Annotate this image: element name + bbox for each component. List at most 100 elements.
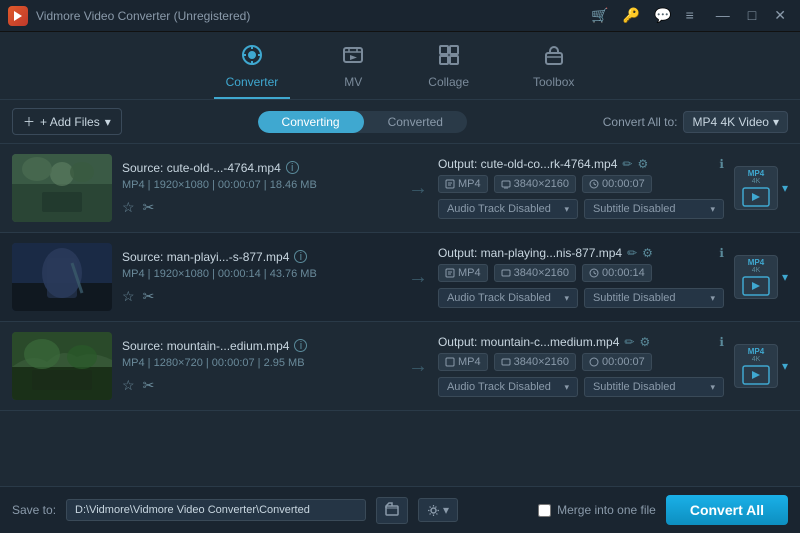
maximize-button[interactable]: □ [742, 5, 762, 26]
resolution-badge-1: 3840×2160 [494, 175, 576, 193]
thumb-format-3: MP4 [748, 347, 764, 356]
audio-track-dropdown-2[interactable]: Audio Track Disabled ▾ [438, 288, 578, 308]
file-list: Source: cute-old-...-4764.mp4 i MP4 | 19… [0, 144, 800, 486]
merge-checkbox[interactable] [538, 504, 551, 517]
duration-badge-2: 00:00:14 [582, 264, 652, 282]
toolbar: ＋ + Add Files ▾ Converting Converted Con… [0, 100, 800, 144]
add-files-label: + Add Files [40, 115, 100, 129]
merge-label[interactable]: Merge into one file [557, 503, 656, 517]
file-output-2: Output: man-playing...nis-877.mp4 ✏ ⚙ ℹ … [438, 246, 724, 308]
output-dropdowns-2: Audio Track Disabled ▾ Subtitle Disabled… [438, 288, 724, 308]
close-button[interactable]: ✕ [768, 5, 792, 26]
arrow-icon-2: → [408, 266, 428, 289]
file-source-3: Source: mountain-...edium.mp4 i [122, 339, 398, 353]
info-btn-3[interactable]: ℹ [719, 335, 724, 349]
subtitle-dropdown-2[interactable]: Subtitle Disabled ▾ [584, 288, 724, 308]
audio-track-dropdown-1[interactable]: Audio Track Disabled ▾ [438, 199, 578, 219]
info-icon-1[interactable]: i [286, 161, 299, 174]
convert-all-button[interactable]: Convert All [666, 495, 788, 525]
cart-icon[interactable]: 🛒 [591, 7, 608, 24]
file-source-1: Source: cute-old-...-4764.mp4 i [122, 161, 398, 175]
output-thumb-container-1: MP4 4K ▾ [734, 166, 788, 210]
arrow-icon-3: → [408, 355, 428, 378]
edit-icon-2[interactable]: ✏ [627, 246, 637, 260]
audio-chevron-1: ▾ [564, 204, 569, 215]
thumbnail-1 [12, 154, 112, 222]
output-thumb-3: MP4 4K [734, 344, 778, 388]
add-files-dropdown-icon[interactable]: ▾ [105, 115, 111, 129]
thumb-format-2: MP4 [748, 258, 764, 267]
converter-icon [241, 44, 263, 72]
file-info-3: Source: mountain-...edium.mp4 i MP4 | 12… [122, 339, 398, 394]
info-icon-2[interactable]: i [294, 250, 307, 263]
audio-track-label-1: Audio Track Disabled [447, 203, 551, 215]
thumbnail-2 [12, 243, 112, 311]
file-actions-1: ☆ ✂ [122, 199, 398, 216]
thumb-dropdown-3[interactable]: ▾ [782, 359, 788, 373]
output-label-1: Output: cute-old-co...rk-4764.mp4 [438, 157, 617, 171]
tab-mv-label: MV [344, 75, 362, 89]
edit-icon-1[interactable]: ✏ [622, 157, 632, 171]
audio-track-label-3: Audio Track Disabled [447, 381, 551, 393]
chat-icon[interactable]: 💬 [654, 7, 671, 24]
file-source-2: Source: man-playi...-s-877.mp4 i [122, 250, 398, 264]
source-label-3: Source: mountain-...edium.mp4 [122, 339, 289, 353]
status-tab-converted[interactable]: Converted [364, 111, 467, 133]
subtitle-dropdown-3[interactable]: Subtitle Disabled ▾ [584, 377, 724, 397]
window-controls: — □ ✕ [710, 5, 792, 26]
minimize-button[interactable]: — [710, 5, 736, 26]
settings-icon-3[interactable]: ⚙ [639, 335, 650, 349]
convert-all-dropdown-icon: ▾ [773, 115, 779, 129]
menu-icon[interactable]: ≡ [686, 7, 694, 24]
star-button-1[interactable]: ☆ [122, 199, 135, 216]
output-settings-button[interactable]: ▾ [418, 498, 458, 522]
resolution-badge-3: 3840×2160 [494, 353, 576, 371]
file-item-2: Source: man-playi...-s-877.mp4 i MP4 | 1… [0, 233, 800, 322]
convert-all-format-select[interactable]: MP4 4K Video ▾ [683, 111, 788, 133]
thumb-dropdown-1[interactable]: ▾ [782, 181, 788, 195]
output-header-2: Output: man-playing...nis-877.mp4 ✏ ⚙ ℹ [438, 246, 724, 260]
plus-icon: ＋ [23, 113, 35, 130]
main-content: ＋ + Add Files ▾ Converting Converted Con… [0, 100, 800, 533]
output-label-3: Output: mountain-c...medium.mp4 [438, 335, 619, 349]
settings-icon-1[interactable]: ⚙ [637, 157, 648, 171]
star-button-3[interactable]: ☆ [122, 377, 135, 394]
tab-collage[interactable]: Collage [416, 40, 481, 99]
info-btn-2[interactable]: ℹ [719, 246, 724, 260]
output-thumb-1: MP4 4K [734, 166, 778, 210]
tab-toolbox[interactable]: Toolbox [521, 40, 586, 99]
browse-folder-button[interactable] [376, 497, 408, 524]
add-files-button[interactable]: ＋ + Add Files ▾ [12, 108, 122, 135]
settings-dropdown-arrow: ▾ [443, 503, 449, 517]
cut-button-3[interactable]: ✂ [143, 377, 155, 394]
settings-icon-2[interactable]: ⚙ [642, 246, 653, 260]
format-badge-3: MP4 [438, 353, 488, 371]
subtitle-dropdown-1[interactable]: Subtitle Disabled ▾ [584, 199, 724, 219]
file-output-1: Output: cute-old-co...rk-4764.mp4 ✏ ⚙ ℹ … [438, 157, 724, 219]
toolbox-icon [543, 44, 565, 72]
cut-button-2[interactable]: ✂ [143, 288, 155, 305]
cut-button-1[interactable]: ✂ [143, 199, 155, 216]
output-dropdowns-3: Audio Track Disabled ▾ Subtitle Disabled… [438, 377, 724, 397]
info-btn-1[interactable]: ℹ [719, 157, 724, 171]
key-icon[interactable]: 🔑 [623, 7, 640, 24]
edit-icon-3[interactable]: ✏ [624, 335, 634, 349]
file-info-1: Source: cute-old-...-4764.mp4 i MP4 | 19… [122, 161, 398, 216]
thumb-format-1: MP4 [748, 169, 764, 178]
output-thumb-2: MP4 4K [734, 255, 778, 299]
info-icon-3[interactable]: i [294, 339, 307, 352]
thumb-res-1: 4K [752, 178, 761, 185]
tab-converter-label: Converter [226, 75, 279, 89]
file-actions-2: ☆ ✂ [122, 288, 398, 305]
thumb-dropdown-2[interactable]: ▾ [782, 270, 788, 284]
audio-track-dropdown-3[interactable]: Audio Track Disabled ▾ [438, 377, 578, 397]
collage-icon [438, 44, 460, 72]
thumb-res-3: 4K [752, 356, 761, 363]
status-tab-converting[interactable]: Converting [258, 111, 364, 133]
save-path-display: D:\Vidmore\Vidmore Video Converter\Conve… [66, 499, 366, 521]
tab-mv[interactable]: MV [330, 40, 376, 99]
file-meta-1: MP4 | 1920×1080 | 00:00:07 | 18.46 MB [122, 179, 398, 191]
star-button-2[interactable]: ☆ [122, 288, 135, 305]
tab-converter[interactable]: Converter [214, 40, 291, 99]
subtitle-label-2: Subtitle Disabled [593, 292, 676, 304]
